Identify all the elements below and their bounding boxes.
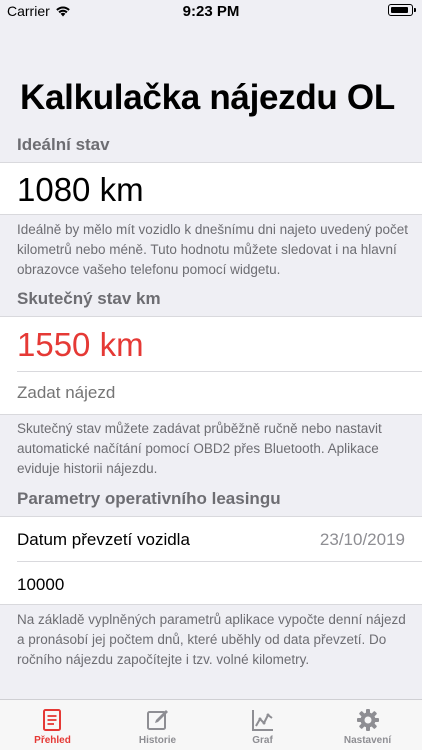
date-label: Datum převzetí vozidla (17, 530, 190, 549)
ideal-value: 1080 km (17, 171, 144, 208)
history-icon (146, 710, 168, 730)
ideal-value-cell: 1080 km (0, 162, 422, 215)
page-title: Kalkulačka nájezdu OL (20, 78, 395, 117)
battery-icon (388, 4, 416, 16)
chart-icon (251, 710, 273, 731)
tab-history[interactable]: Historie (105, 700, 210, 750)
tab-label: Graf (252, 735, 273, 746)
actual-value: 1550 km (17, 326, 144, 363)
date-value: 23/10/2019 (319, 530, 405, 549)
annual-mileage-row[interactable]: 10000 (0, 562, 422, 605)
tab-overview[interactable]: Přehled (0, 700, 105, 750)
actual-value-cell: 1550 km (0, 316, 422, 415)
status-bar: Carrier 9:23 PM (0, 0, 422, 22)
params-footer: Na základě vyplněných parametrů aplikace… (17, 612, 406, 667)
gear-icon (356, 709, 379, 731)
status-time: 9:23 PM (182, 3, 240, 20)
tab-bar: Přehled Historie Graf Nastavení (0, 699, 422, 750)
tab-chart[interactable]: Graf (210, 700, 315, 750)
actual-section-header: Skutečný stav km (17, 289, 161, 308)
tab-settings[interactable]: Nastavení (315, 700, 420, 750)
date-row[interactable]: Datum převzetí vozidla 23/10/2019 (0, 517, 422, 561)
tab-label: Nastavení (343, 735, 392, 746)
overview-icon (42, 709, 61, 731)
status-bar-right (388, 4, 416, 16)
actual-footer: Skutečný stav můžete zadávat průběžně ru… (17, 421, 382, 476)
tab-label: Přehled (34, 735, 71, 746)
params-cell: Datum převzetí vozidla 23/10/2019 10000 (0, 516, 422, 605)
row-divider (17, 371, 422, 372)
annual-mileage-value[interactable]: 10000 (17, 575, 64, 595)
mileage-input[interactable] (17, 377, 397, 409)
params-section-header: Parametry operativního leasingu (17, 489, 281, 508)
ideal-footer: Ideálně by mělo mít vozidlo k dnešnímu d… (17, 222, 408, 277)
ideal-section-header: Ideální stav (17, 135, 110, 154)
tab-label: Historie (138, 735, 177, 746)
